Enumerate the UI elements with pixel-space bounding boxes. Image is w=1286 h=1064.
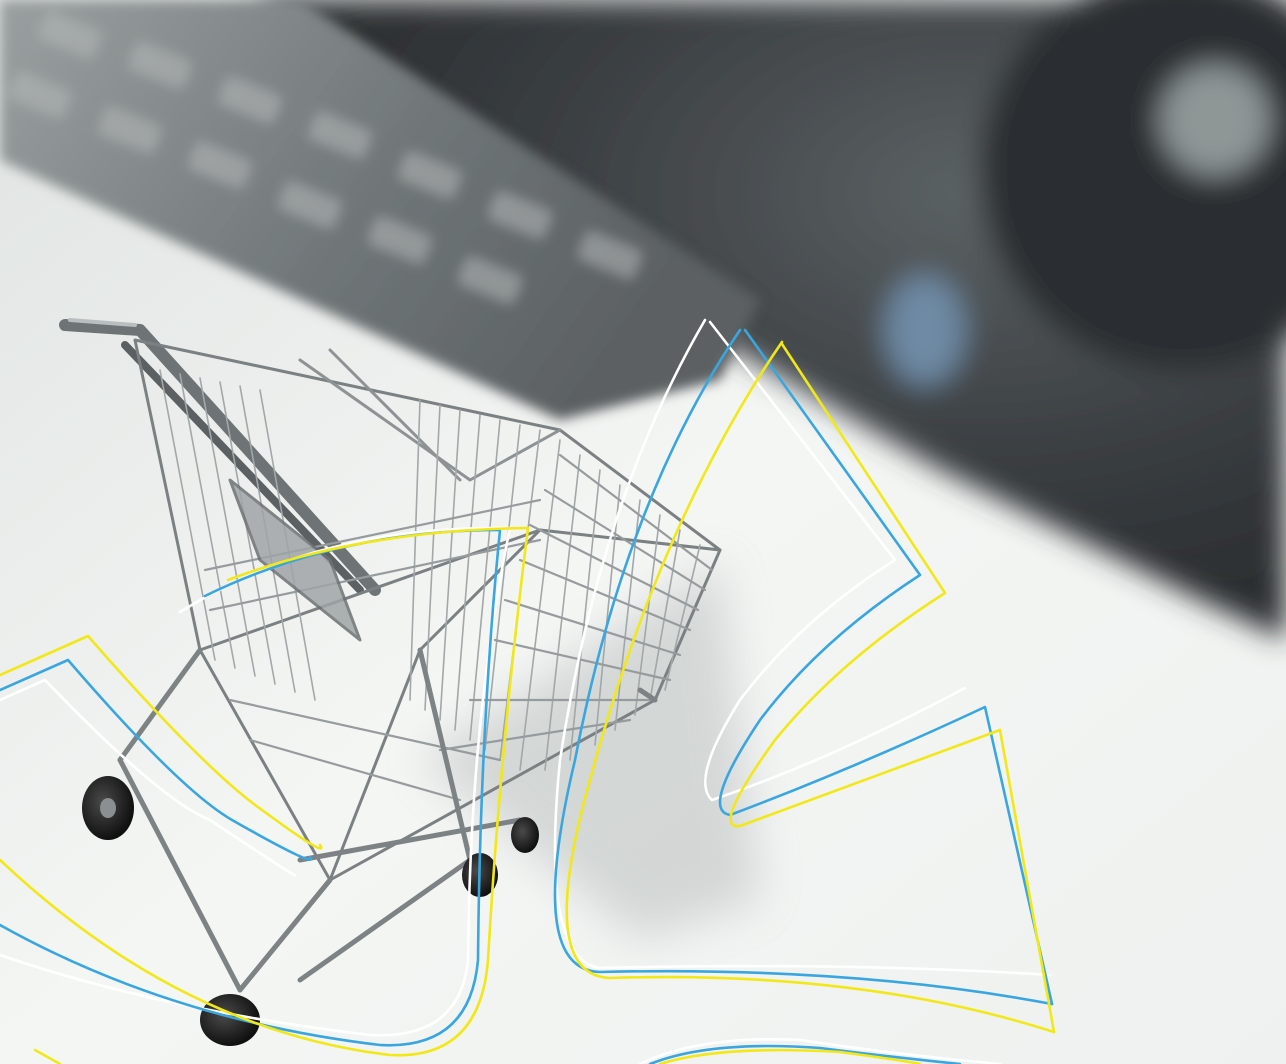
wheel-right — [511, 817, 539, 853]
scene-svg — [0, 0, 1286, 1064]
photo-scene — [0, 0, 1286, 1064]
